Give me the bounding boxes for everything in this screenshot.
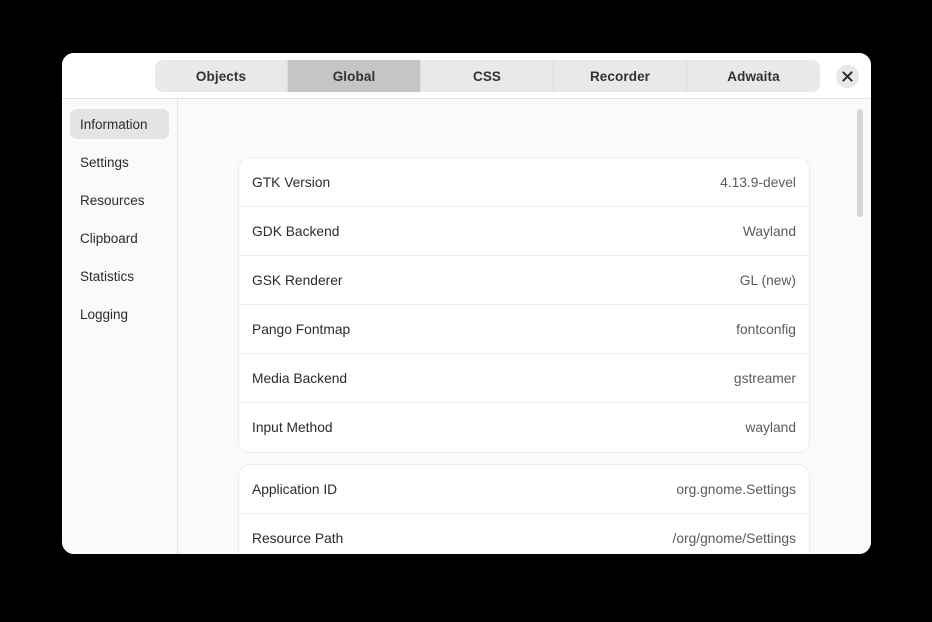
info-card: Application ID org.gnome.Settings Resource… [238, 464, 810, 554]
close-button[interactable] [836, 65, 859, 88]
info-row-value: wayland [745, 420, 796, 435]
info-row-value: 4.13.9-devel [720, 175, 796, 190]
info-row[interactable]: GSK Renderer GL (new) [239, 256, 809, 305]
content-area: GTK Version 4.13.9-devel GDK Backend Waylan… [178, 99, 871, 554]
info-row[interactable]: GDK Backend Wayland [239, 207, 809, 256]
sidebar-item-statistics[interactable]: Statistics [70, 261, 169, 291]
tab-bar: ObjectsGlobalCSSRecorderAdwaita [155, 60, 820, 92]
sidebar-item-logging[interactable]: Logging [70, 299, 169, 329]
tab-adwaita[interactable]: Adwaita [687, 60, 820, 92]
screen-root: ObjectsGlobalCSSRecorderAdwaita Informat… [0, 0, 932, 622]
info-row[interactable]: GTK Version 4.13.9-devel [239, 158, 809, 207]
info-row-label: GSK Renderer [252, 273, 343, 288]
content-scrollbar[interactable] [854, 99, 866, 554]
info-row-label: Pango Fontmap [252, 322, 350, 337]
sidebar-item-clipboard[interactable]: Clipboard [70, 223, 169, 253]
info-row-label: Application ID [252, 482, 337, 497]
close-icon [842, 71, 853, 82]
info-row[interactable]: Application ID org.gnome.Settings [239, 465, 809, 514]
info-card: GTK Version 4.13.9-devel GDK Backend Waylan… [238, 157, 810, 453]
info-row[interactable]: Input Method wayland [239, 403, 809, 452]
tab-global[interactable]: Global [288, 60, 421, 92]
info-row-label: GDK Backend [252, 224, 339, 239]
info-row[interactable]: Resource Path/org/gnome/Settings [239, 514, 809, 554]
header-bar: ObjectsGlobalCSSRecorderAdwaita [62, 53, 871, 99]
info-row-label: Resource Path [252, 531, 343, 546]
gtk-inspector-window: ObjectsGlobalCSSRecorderAdwaita Informat… [62, 53, 871, 554]
info-row[interactable]: Media Backend gstreamer [239, 354, 809, 403]
info-row-value: GL (new) [740, 273, 796, 288]
info-row-value: /org/gnome/Settings [673, 531, 796, 546]
info-row-label: Media Backend [252, 371, 347, 386]
info-row-label: GTK Version [252, 175, 330, 190]
tab-objects[interactable]: Objects [155, 60, 288, 92]
sidebar-item-information[interactable]: Information [70, 109, 169, 139]
tab-recorder[interactable]: Recorder [554, 60, 687, 92]
tab-css[interactable]: CSS [421, 60, 554, 92]
info-row-value: fontconfig [736, 322, 796, 337]
info-row[interactable]: Pango Fontmap fontconfig [239, 305, 809, 354]
sidebar-item-settings[interactable]: Settings [70, 147, 169, 177]
cards-container: GTK Version 4.13.9-devel GDK Backend Waylan… [238, 157, 810, 554]
info-row-value: Wayland [743, 224, 796, 239]
sidebar: Information Settings Resources Clipboard Sta… [62, 99, 178, 554]
info-row-value: gstreamer [734, 371, 796, 386]
info-row-value: org.gnome.Settings [676, 482, 796, 497]
window-body: Information Settings Resources Clipboard Sta… [62, 99, 871, 554]
sidebar-item-resources[interactable]: Resources [70, 185, 169, 215]
info-row-label: Input Method [252, 420, 333, 435]
scrollbar-thumb[interactable] [857, 109, 863, 217]
